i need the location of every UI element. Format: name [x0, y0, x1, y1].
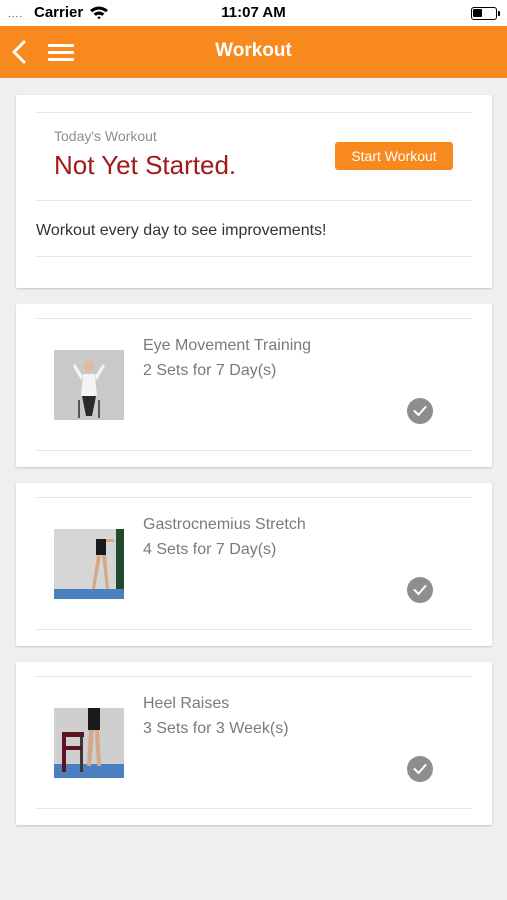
todays-workout-label: Today's Workout	[54, 128, 157, 144]
divider	[36, 808, 472, 809]
exercise-sets: 4 Sets for 7 Day(s)	[143, 541, 277, 558]
exercise-name: Gastrocnemius Stretch	[143, 516, 306, 533]
exercise-sets: 2 Sets for 7 Day(s)	[143, 362, 277, 379]
exercise-name: Eye Movement Training	[143, 337, 312, 354]
motivation-message: Workout every day to see improvements!	[36, 222, 327, 239]
exercise-card[interactable]: Gastrocnemius Stretch 4 Sets for 7 Day(s…	[16, 483, 492, 646]
heel-raise-with-chair-image	[54, 708, 124, 778]
exercise-thumbnail	[54, 708, 124, 778]
navigation-bar: Workout	[0, 26, 507, 78]
status-bar: .... Carrier 11:07 AM	[0, 0, 507, 26]
checkmark-circle-icon[interactable]	[407, 577, 433, 603]
divider	[36, 256, 472, 257]
divider	[36, 497, 472, 498]
divider	[36, 200, 472, 201]
exercise-sets: 3 Sets for 3 Week(s)	[143, 720, 289, 737]
battery-icon	[471, 7, 500, 20]
exercise-card[interactable]: Eye Movement Training 2 Sets for 7 Day(s…	[16, 304, 492, 467]
checkmark-circle-icon[interactable]	[407, 756, 433, 782]
exercise-name: Heel Raises	[143, 695, 230, 712]
divider	[36, 318, 472, 319]
checkmark-circle-icon[interactable]	[407, 398, 433, 424]
clock-time: 11:07 AM	[221, 4, 286, 21]
divider	[36, 629, 472, 630]
start-workout-button[interactable]: Start Workout	[335, 142, 453, 170]
person-standing-arms-raised-image	[54, 350, 124, 420]
workout-status: Not Yet Started.	[54, 150, 237, 180]
divider	[36, 112, 472, 113]
exercise-thumbnail	[54, 529, 124, 599]
divider	[36, 676, 472, 677]
page-title: Workout	[215, 40, 292, 61]
calf-stretch-against-wall-image	[54, 529, 124, 599]
divider	[36, 450, 472, 451]
exercise-thumbnail	[54, 350, 124, 420]
exercise-card[interactable]: Heel Raises 3 Sets for 3 Week(s)	[16, 662, 492, 825]
todays-workout-card: Today's Workout Not Yet Started. Start W…	[16, 95, 492, 288]
